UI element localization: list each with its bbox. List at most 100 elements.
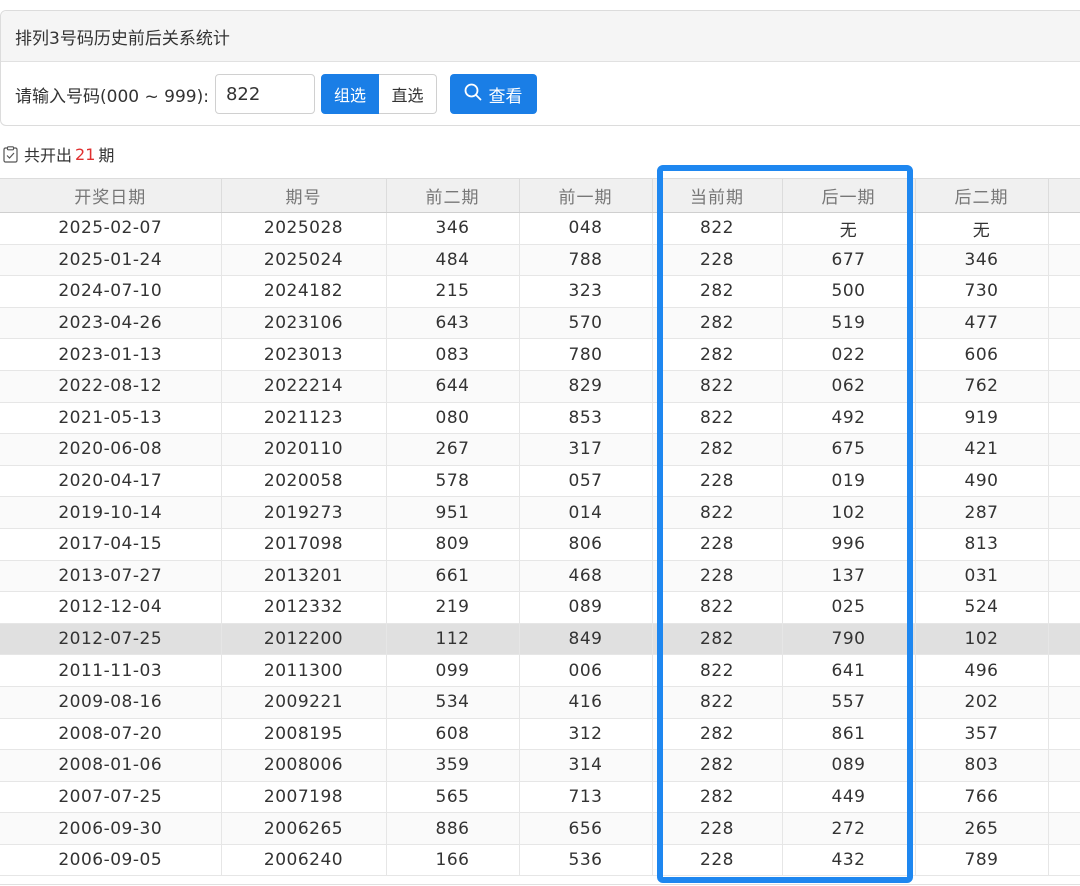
cell-draw-date: 2020-04-17 [0, 465, 222, 498]
cell-current: 282 [652, 718, 783, 751]
cell-next-two: 265 [915, 812, 1049, 845]
cell-current: 822 [652, 496, 783, 529]
cell-issue-number: 2025028 [221, 212, 387, 245]
cell-prev-two: 166 [386, 844, 520, 877]
table-row[interactable]: 2023-01-13 2023013 083 780 282 022 606 [0, 338, 1080, 371]
table-row[interactable]: 2020-06-08 2020110 267 317 282 675 421 [0, 433, 1080, 466]
table-row[interactable]: 2024-07-10 2024182 215 323 282 500 730 [0, 275, 1080, 308]
cell-prev-two: 267 [386, 433, 520, 466]
cell-next-one: 019 [782, 465, 916, 498]
cell-prev-one: 089 [519, 591, 653, 624]
header-next-one[interactable]: 后一期 [782, 178, 916, 213]
cell-current: 822 [652, 591, 783, 624]
header-current[interactable]: 当前期 [652, 178, 783, 213]
cell-next-two: 477 [915, 307, 1049, 340]
cell-extra [1048, 812, 1080, 845]
cell-issue-number: 2023106 [221, 307, 387, 340]
table-row[interactable]: 2007-07-25 2007198 565 713 282 449 766 [0, 781, 1080, 814]
cell-current: 282 [652, 433, 783, 466]
table-row[interactable]: 2017-04-15 2017098 809 806 228 996 813 [0, 528, 1080, 561]
cell-next-one: 102 [782, 496, 916, 529]
cell-next-one: 025 [782, 591, 916, 624]
search-button[interactable]: 查看 [449, 74, 537, 114]
table-row[interactable]: 2008-01-06 2008006 359 314 282 089 803 [0, 749, 1080, 782]
table-row[interactable]: 2012-12-04 2012332 219 089 822 025 524 [0, 591, 1080, 624]
number-input[interactable] [214, 74, 315, 114]
table-row[interactable]: 2009-08-16 2009221 534 416 822 557 202 [0, 686, 1080, 719]
table-row[interactable]: 2019-10-14 2019273 951 014 822 102 287 [0, 496, 1080, 529]
cell-extra [1048, 686, 1080, 719]
cell-prev-one: 468 [519, 560, 653, 593]
summary-suffix: 期 [98, 146, 115, 165]
cell-prev-one: 570 [519, 307, 653, 340]
table-row[interactable]: 2025-02-07 2025028 346 048 822 无无 [0, 212, 1080, 245]
cell-current: 228 [652, 844, 783, 877]
cell-current: 822 [652, 370, 783, 403]
cell-issue-number: 2011300 [221, 654, 387, 687]
cell-prev-two: 643 [386, 307, 520, 340]
cell-extra [1048, 844, 1080, 877]
header-issue-number[interactable]: 期号 [221, 178, 387, 213]
cell-extra [1048, 781, 1080, 814]
cell-draw-date: 2012-07-25 [0, 623, 222, 656]
header-prev-two[interactable]: 前二期 [386, 178, 520, 213]
table-row[interactable]: 2025-01-24 2025024 484 788 228 677 346 [0, 244, 1080, 277]
table-row[interactable]: 2006-09-05 2006240 166 536 228 432 789 [0, 844, 1080, 877]
cell-issue-number: 2021123 [221, 402, 387, 435]
cell-next-two: 无 [915, 212, 1049, 245]
cell-draw-date: 2017-04-15 [0, 528, 222, 561]
table-row[interactable]: 2021-05-13 2021123 080 853 822 492 919 [0, 402, 1080, 435]
table-row[interactable]: 2008-07-20 2008195 608 312 282 861 357 [0, 718, 1080, 751]
cell-next-one: 137 [782, 560, 916, 593]
direct-mode-button[interactable]: 直选 [378, 74, 437, 114]
cell-next-two: 813 [915, 528, 1049, 561]
cell-issue-number: 2012332 [221, 591, 387, 624]
cell-draw-date: 2024-07-10 [0, 275, 222, 308]
cell-current: 822 [652, 402, 783, 435]
group-mode-button[interactable]: 组选 [320, 74, 379, 114]
cell-draw-date: 2007-07-25 [0, 781, 222, 814]
cell-prev-two: 359 [386, 749, 520, 782]
result-summary: 共开出 21 期 [3, 142, 114, 166]
table-row[interactable]: 2022-08-12 2022214 644 829 822 062 762 [0, 370, 1080, 403]
cell-next-two: 421 [915, 433, 1049, 466]
cell-extra [1048, 307, 1080, 340]
history-table-container: 开奖日期 期号 前二期 前一期 当前期 后一期 后二期 2025-02-07 20… [0, 178, 1080, 877]
cell-next-two: 496 [915, 654, 1049, 687]
header-next-two[interactable]: 后二期 [915, 178, 1049, 213]
cell-next-one: 062 [782, 370, 916, 403]
cell-current: 228 [652, 528, 783, 561]
cell-prev-one: 312 [519, 718, 653, 751]
cell-next-one: 089 [782, 749, 916, 782]
cell-issue-number: 2022214 [221, 370, 387, 403]
header-prev-one[interactable]: 前一期 [519, 178, 653, 213]
table-row[interactable]: 2011-11-03 2011300 099 006 822 641 496 [0, 654, 1080, 687]
cell-prev-two: 951 [386, 496, 520, 529]
table-row[interactable]: 2012-07-25 2012200 112 849 282 790 102 [0, 623, 1080, 656]
cell-issue-number: 2007198 [221, 781, 387, 814]
cell-current: 228 [652, 812, 783, 845]
cell-prev-one: 788 [519, 244, 653, 277]
cell-draw-date: 2009-08-16 [0, 686, 222, 719]
cell-next-two: 031 [915, 560, 1049, 593]
cell-prev-one: 780 [519, 338, 653, 371]
table-row[interactable]: 2020-04-17 2020058 578 057 228 019 490 [0, 465, 1080, 498]
table-row[interactable]: 2006-09-30 2006265 886 656 228 272 265 [0, 812, 1080, 845]
cell-next-two: 789 [915, 844, 1049, 877]
table-header-row: 开奖日期 期号 前二期 前一期 当前期 后一期 后二期 [0, 178, 1080, 213]
cell-prev-two: 809 [386, 528, 520, 561]
table-row[interactable]: 2023-04-26 2023106 643 570 282 519 477 [0, 307, 1080, 340]
cell-next-one: 557 [782, 686, 916, 719]
cell-prev-one: 713 [519, 781, 653, 814]
cell-prev-two: 484 [386, 244, 520, 277]
cell-prev-one: 314 [519, 749, 653, 782]
cell-next-two: 762 [915, 370, 1049, 403]
header-draw-date[interactable]: 开奖日期 [0, 178, 222, 213]
cell-prev-one: 048 [519, 212, 653, 245]
cell-issue-number: 2024182 [221, 275, 387, 308]
cell-prev-two: 083 [386, 338, 520, 371]
cell-issue-number: 2023013 [221, 338, 387, 371]
table-row[interactable]: 2013-07-27 2013201 661 468 228 137 031 [0, 560, 1080, 593]
cell-prev-two: 219 [386, 591, 520, 624]
cell-issue-number: 2008006 [221, 749, 387, 782]
